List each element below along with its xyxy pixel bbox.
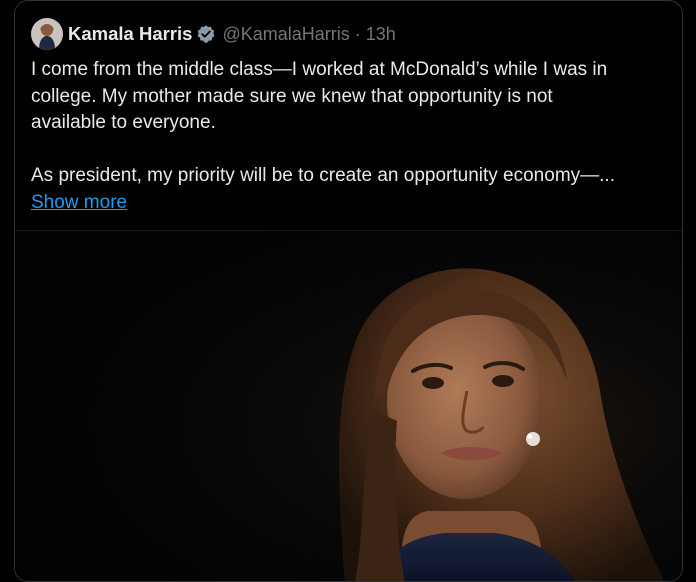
tweet-text: I come from the middle class—I worked at… xyxy=(31,57,667,216)
verified-badge-icon xyxy=(196,24,216,44)
tweet-header: Kamala Harris @KamalaHarris · 13h xyxy=(31,18,396,50)
separator-dot: · xyxy=(354,23,361,44)
show-more-link[interactable]: Show more xyxy=(31,190,127,217)
tweet-text-paragraph: As president, my priority will be to cre… xyxy=(31,165,615,186)
tweet-media-image[interactable] xyxy=(15,230,682,581)
avatar[interactable] xyxy=(31,18,63,50)
tweet-text-line: college. My mother made sure we knew tha… xyxy=(31,85,553,107)
tweet-text-line: available to everyone. xyxy=(31,112,216,133)
timestamp[interactable]: 13h xyxy=(366,24,396,45)
author-name[interactable]: Kamala Harris xyxy=(68,23,192,45)
author-handle[interactable]: @KamalaHarris xyxy=(222,24,349,45)
tweet-text-line: I come from the middle class—I worked at… xyxy=(31,59,608,80)
tweet-card[interactable]: Kamala Harris @KamalaHarris · 13h I come… xyxy=(14,0,683,582)
